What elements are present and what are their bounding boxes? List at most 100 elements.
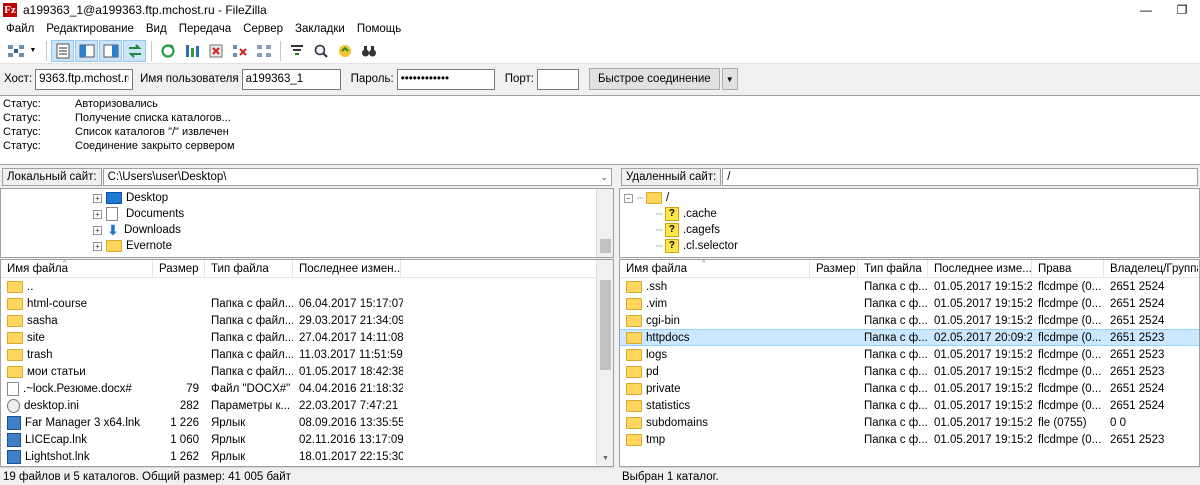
reconnect-button[interactable] xyxy=(252,40,275,62)
table-row[interactable]: logs Папка с ф... 01.05.2017 19:15:29 flcdm… xyxy=(620,346,1199,363)
table-row[interactable]: pd Папка с ф... 01.05.2017 19:15:29 flcdmpe… xyxy=(620,363,1199,380)
menu-edit[interactable]: Редактирование xyxy=(40,20,140,38)
file-size: 1 226 xyxy=(170,416,199,429)
column-header-modified[interactable]: Последнее измен... xyxy=(293,260,401,277)
restore-button[interactable]: ❐ xyxy=(1164,0,1200,20)
toolbar-separator xyxy=(151,40,152,61)
file-modified: 01.05.2017 19:15:29 xyxy=(934,297,1032,310)
disconnect-button[interactable] xyxy=(228,40,251,62)
password-input[interactable] xyxy=(396,68,495,90)
file-name-cell: desktop.ini xyxy=(1,398,153,413)
username-input[interactable] xyxy=(241,68,341,90)
table-row[interactable]: Lightshot.lnk 1 262 Ярлык 18.01.2017 22:15:… xyxy=(1,448,613,465)
table-row[interactable]: LICEcap.lnk 1 060 Ярлык 02.11.2016 13:17:09 xyxy=(1,431,613,448)
menu-help[interactable]: Помощь xyxy=(351,20,407,38)
file-icon xyxy=(7,381,19,396)
host-input[interactable] xyxy=(35,68,134,90)
scroll-down-icon[interactable]: ▼ xyxy=(597,452,613,466)
table-row[interactable]: Far Manager 3 x64.lnk 1 226 Ярлык 08.09.201… xyxy=(1,414,613,431)
tree-item-desktop[interactable]: + Desktop xyxy=(93,190,168,206)
tree-item-evernote[interactable]: + Evernote xyxy=(93,238,172,254)
column-header-size[interactable]: Размер xyxy=(153,260,205,277)
remote-path-input[interactable]: / xyxy=(722,168,1198,186)
table-row[interactable]: site Папка с файл... 27.04.2017 14:11:08 xyxy=(1,329,613,346)
folder-icon xyxy=(626,433,642,446)
remote-file-list: ^ Имя файла Размер Тип файла Последнее и… xyxy=(619,259,1200,467)
table-row[interactable]: private Папка с ф... 01.05.2017 19:15:29 fl… xyxy=(620,380,1199,397)
expand-icon[interactable]: + xyxy=(93,209,102,219)
menu-view[interactable]: Вид xyxy=(140,20,173,38)
expand-icon[interactable]: + xyxy=(93,241,102,251)
scrollbar-thumb[interactable] xyxy=(600,239,611,253)
file-permissions: flcdmpe (0... xyxy=(1038,382,1102,395)
local-path-input[interactable]: C:\Users\user\Desktop\ ⌄ xyxy=(102,168,612,186)
tree-item-cl-selector[interactable]: ┄ ? .cl.selector xyxy=(656,238,738,254)
port-label: Порт: xyxy=(504,73,534,85)
file-modified: 01.05.2017 19:15:29 xyxy=(934,416,1032,429)
local-list-scrollbar[interactable]: ▼ xyxy=(596,260,613,466)
folder-icon xyxy=(106,240,122,252)
table-row[interactable]: .. xyxy=(1,278,613,295)
quickconnect-dropdown-button[interactable]: ▼ xyxy=(721,68,738,90)
expand-icon[interactable]: + xyxy=(93,225,102,235)
column-header-type[interactable]: Тип файла xyxy=(205,260,293,277)
table-row[interactable]: tmp Папка с ф... 01.05.2017 19:15:29 flcdmp… xyxy=(620,431,1199,448)
table-row[interactable]: .~lock.Резюме.docx# 79 Файл "DOCX#" 04.04.2… xyxy=(1,380,613,397)
menu-server[interactable]: Сервер xyxy=(237,20,289,38)
menu-bookmarks[interactable]: Закладки xyxy=(289,20,351,38)
tree-item-root[interactable]: − ┄ / xyxy=(624,190,669,206)
menu-file[interactable]: Файл xyxy=(0,20,40,38)
column-header-name[interactable]: Имя файла xyxy=(1,260,153,277)
table-row[interactable]: html-course Папка с файл... 06.04.2017 15:… xyxy=(1,295,613,312)
toggle-remote-tree-button[interactable] xyxy=(99,39,122,62)
quickconnect-bar: Хост: Имя пользователя Пароль: Порт: Быс… xyxy=(0,64,1200,94)
table-row[interactable]: .vim Папка с ф... 01.05.2017 19:15:29 flcdm… xyxy=(620,295,1199,312)
local-tree-scrollbar[interactable] xyxy=(596,189,613,257)
column-header-name[interactable]: Имя файла xyxy=(620,260,810,277)
toggle-log-button[interactable] xyxy=(51,39,74,62)
site-manager-dropdown[interactable]: ▼ xyxy=(28,40,38,62)
file-modified: 11.03.2017 11:51:59 xyxy=(299,348,403,361)
file-owner: 2651 2523 xyxy=(1110,433,1165,446)
compare-dirs-button[interactable] xyxy=(357,40,380,62)
table-row[interactable]: httpdocs Папка с ф... 02.05.2017 20:09:23 f… xyxy=(620,329,1199,346)
collapse-icon[interactable]: − xyxy=(624,193,633,203)
cancel-operation-button[interactable] xyxy=(204,40,227,62)
quickconnect-button[interactable]: Быстрое соединение xyxy=(588,68,720,90)
table-row[interactable]: subdomains Папка с ф... 01.05.2017 19:15:2… xyxy=(620,414,1199,431)
table-row[interactable]: cgi-bin Папка с ф... 01.05.2017 19:15:29 fl… xyxy=(620,312,1199,329)
minimize-button[interactable]: — xyxy=(1128,0,1164,20)
folder-icon xyxy=(7,348,23,361)
column-header-owner[interactable]: Владелец/Группа xyxy=(1104,260,1198,277)
table-row[interactable]: мои статьи Папка с файл... 01.05.2017 18:4… xyxy=(1,363,613,380)
column-header-modified[interactable]: Последнее изме... xyxy=(928,260,1032,277)
tree-item-cagefs[interactable]: ┄ ? .cagefs xyxy=(656,222,720,238)
toggle-queue-button[interactable] xyxy=(123,39,146,62)
tree-item-documents[interactable]: + Documents xyxy=(93,206,184,222)
column-header-type[interactable]: Тип файла xyxy=(858,260,928,277)
table-row[interactable]: .ssh Папка с ф... 01.05.2017 19:15:29 flcdm… xyxy=(620,278,1199,295)
remote-site-bar: Удаленный сайт: / xyxy=(619,166,1200,188)
table-row[interactable]: statistics Папка с ф... 01.05.2017 19:15:2… xyxy=(620,397,1199,414)
port-input[interactable] xyxy=(536,68,579,90)
sync-browsing-button[interactable] xyxy=(333,40,356,62)
scrollbar-thumb[interactable] xyxy=(600,280,611,370)
directory-filter-button[interactable] xyxy=(285,40,308,62)
search-button[interactable] xyxy=(309,40,332,62)
local-list-header: ^ Имя файла Размер Тип файла Последнее и… xyxy=(1,260,613,278)
log-label: Статус: xyxy=(3,126,41,138)
column-header-size[interactable]: Размер xyxy=(810,260,858,277)
menu-transfer[interactable]: Передача xyxy=(173,20,237,38)
table-row[interactable]: sasha Папка с файл... 29.03.2017 21:34:09 xyxy=(1,312,613,329)
tree-item-downloads[interactable]: + ⬇ Downloads xyxy=(93,222,181,238)
toggle-local-tree-button[interactable] xyxy=(75,39,98,62)
process-queue-button[interactable] xyxy=(180,40,203,62)
chevron-down-icon[interactable]: ⌄ xyxy=(600,169,608,185)
refresh-button[interactable] xyxy=(156,40,179,62)
expand-icon[interactable]: + xyxy=(93,193,102,203)
table-row[interactable]: desktop.ini 282 Параметры к... 22.03.2017 7… xyxy=(1,397,613,414)
tree-item-cache[interactable]: ┄ ? .cache xyxy=(656,206,717,222)
column-header-permissions[interactable]: Права xyxy=(1032,260,1104,277)
site-manager-button[interactable] xyxy=(4,40,27,62)
table-row[interactable]: trash Папка с файл... 11.03.2017 11:51:59 xyxy=(1,346,613,363)
